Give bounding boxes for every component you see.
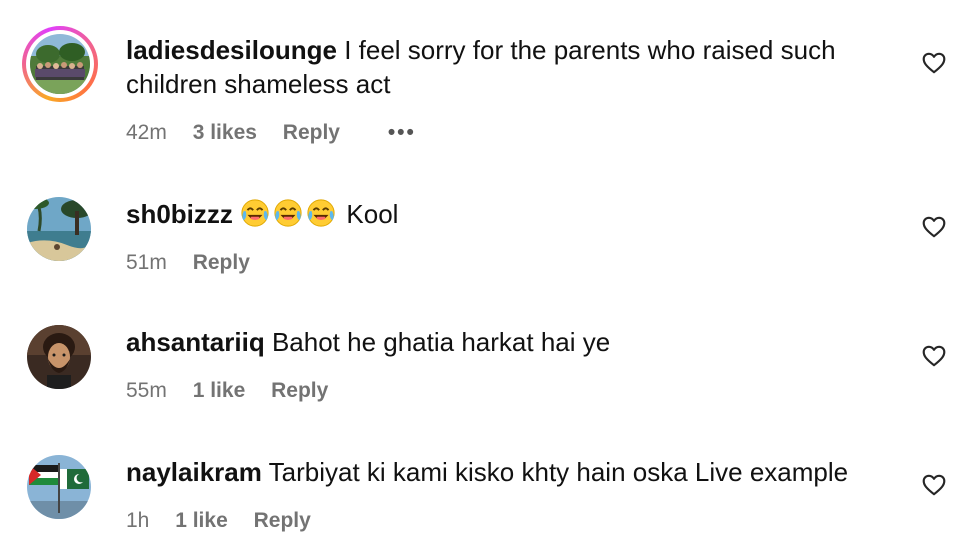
- flags-avatar-image: [27, 455, 91, 519]
- comment-meta: 42m 3 likes Reply •••: [126, 120, 436, 146]
- comment-body: Kool: [346, 199, 399, 229]
- comment-time: 55m: [126, 379, 167, 402]
- comment-time: 51m: [126, 251, 167, 274]
- avatar[interactable]: [27, 455, 91, 519]
- heart-outline-icon[interactable]: [921, 343, 947, 369]
- reply-button[interactable]: Reply: [254, 508, 311, 534]
- username-link[interactable]: ahsantariiq: [126, 327, 265, 357]
- tears-of-joy-emoji-icon: [240, 198, 270, 228]
- comment-time: 1h: [126, 509, 150, 532]
- likes-count-link[interactable]: 3 likes: [193, 120, 257, 146]
- comment-meta: 51m Reply: [126, 250, 270, 276]
- comment-meta: 1h 1 like Reply: [126, 508, 331, 534]
- likes-count-link[interactable]: 1 like: [175, 508, 228, 534]
- comment-time: 42m: [126, 121, 167, 144]
- username-link[interactable]: naylaikram: [126, 457, 262, 487]
- comment-body: Tarbiyat ki kami kisko khty hain oska Li…: [268, 457, 849, 487]
- heart-outline-icon[interactable]: [921, 50, 947, 76]
- tears-of-joy-emoji-icon: [306, 198, 336, 228]
- reply-button[interactable]: Reply: [283, 120, 340, 146]
- beach-photo-avatar-image: [27, 197, 91, 261]
- tears-of-joy-emoji-icon: [273, 198, 303, 228]
- comment-text: sh0bizzz Kool: [126, 197, 886, 231]
- comment-text: naylaikram Tarbiyat ki kami kisko khty h…: [126, 455, 886, 489]
- reply-button[interactable]: Reply: [271, 378, 328, 404]
- likes-count-link[interactable]: 1 like: [193, 378, 246, 404]
- username-link[interactable]: sh0bizzz: [126, 199, 233, 229]
- avatar[interactable]: [27, 325, 91, 389]
- avatar[interactable]: [22, 26, 98, 102]
- group-photo-avatar-image: [30, 34, 90, 94]
- portrait-avatar-image: [27, 325, 91, 389]
- heart-outline-icon[interactable]: [921, 472, 947, 498]
- comment-meta: 55m 1 like Reply: [126, 378, 348, 404]
- comment-text: ahsantariiq Bahot he ghatia harkat hai y…: [126, 325, 886, 359]
- avatar[interactable]: [27, 197, 91, 261]
- comment-body: Bahot he ghatia harkat hai ye: [271, 327, 611, 357]
- heart-outline-icon[interactable]: [921, 214, 947, 240]
- comment-text: ladiesdesilounge I feel sorry for the pa…: [126, 33, 886, 101]
- reply-button[interactable]: Reply: [193, 250, 250, 276]
- username-link[interactable]: ladiesdesilounge: [126, 35, 337, 65]
- more-dots-icon[interactable]: •••: [388, 120, 416, 146]
